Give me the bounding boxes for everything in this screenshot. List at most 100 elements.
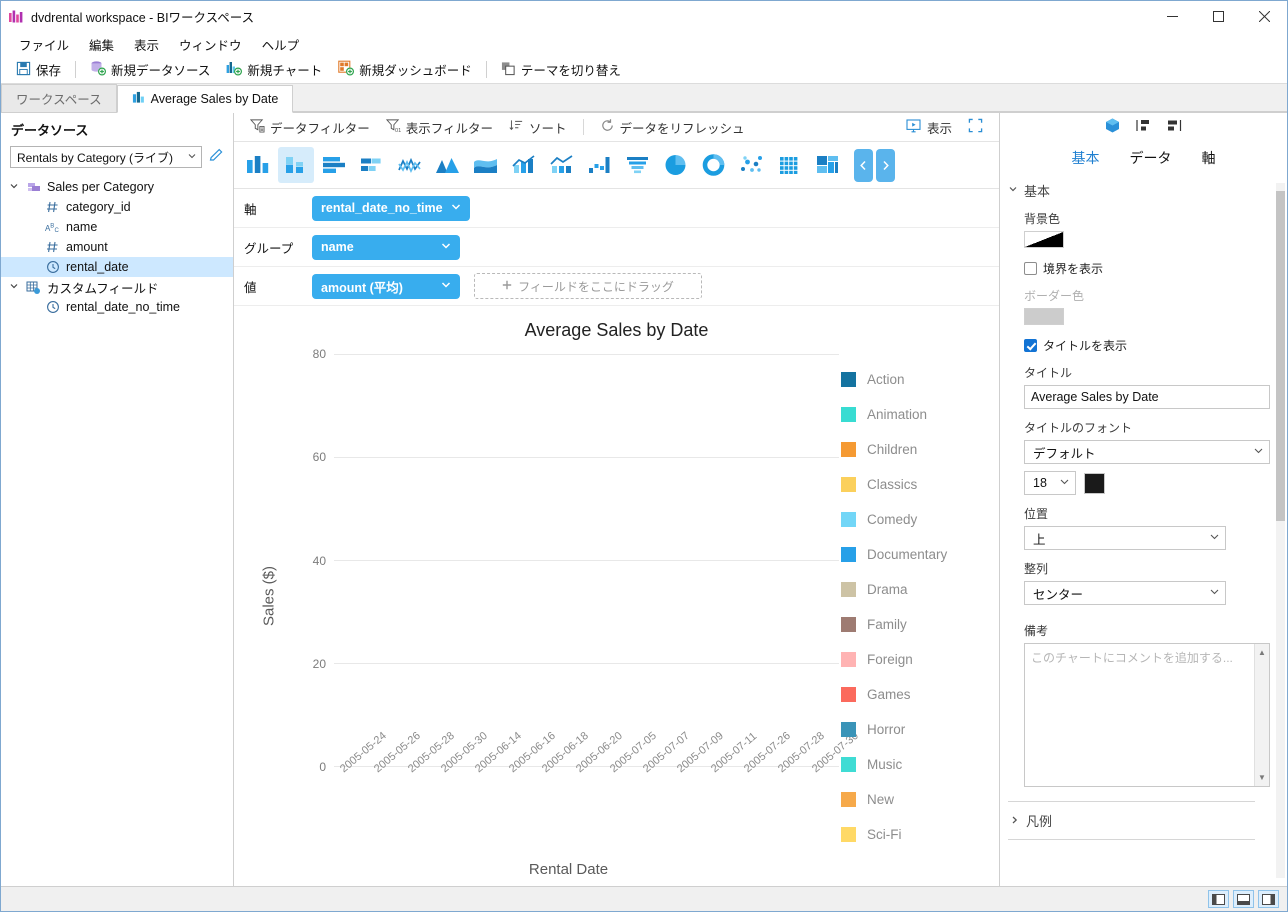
chart-type-donut-chart[interactable] [696, 147, 732, 183]
align-icon[interactable] [1166, 117, 1183, 137]
chart-legend-item[interactable]: Games [841, 677, 991, 712]
tree-node-custom-fields[interactable]: カスタムフィールド [1, 277, 233, 297]
chart-legend-item[interactable]: Comedy [841, 502, 991, 537]
switch-theme-button[interactable]: テーマを切り替え [494, 57, 628, 82]
field-dropzone[interactable]: フィールドをここにドラッグ [474, 273, 702, 299]
tree-node-sales-per-category[interactable]: Sales per Category [1, 177, 233, 197]
chart-bar-slot[interactable] [620, 354, 637, 766]
chart-bar-slot[interactable] [418, 354, 435, 766]
menu-file[interactable]: ファイル [9, 33, 79, 56]
close-button[interactable] [1241, 1, 1287, 32]
chart-type-funnel-chart[interactable] [620, 147, 656, 183]
properties-tab-axis[interactable]: 軸 [1200, 146, 1218, 170]
chart-type-pie-chart[interactable] [658, 147, 694, 183]
chart-bar-slot[interactable] [485, 354, 502, 766]
chart-type-waterfall-chart[interactable] [582, 147, 618, 183]
properties-section-basic-header[interactable]: 基本 [1008, 181, 1271, 200]
chart-type-stacked-column-chart[interactable] [278, 147, 314, 183]
chart-type-stacked-bar-chart[interactable] [354, 147, 390, 183]
chart-legend-item[interactable]: Sci-Fi [841, 817, 991, 852]
chart-bar-slot[interactable] [351, 354, 368, 766]
chart-bar-slot[interactable] [721, 354, 738, 766]
tree-node-name[interactable]: A B C name [1, 217, 233, 237]
notes-scrollbar[interactable]: ▲ ▼ [1254, 644, 1269, 786]
save-button[interactable]: 保存 [9, 57, 68, 82]
background-color-swatch[interactable] [1024, 231, 1064, 248]
field-pill-value[interactable]: amount (平均) [312, 273, 460, 299]
chart-legend-item[interactable]: Documentary [841, 537, 991, 572]
chart-bar-slot[interactable] [637, 354, 654, 766]
title-font-size-select[interactable]: 18 [1024, 471, 1076, 495]
chart-type-line-bar-combo-chart[interactable] [544, 147, 580, 183]
chart-bar-slot[interactable] [384, 354, 401, 766]
chart-bar-slot[interactable] [704, 354, 721, 766]
menu-window[interactable]: ウィンドウ [169, 33, 252, 56]
sort-button[interactable]: ソート [503, 115, 573, 140]
chart-bar-slot[interactable] [654, 354, 671, 766]
chart-legend-item[interactable]: Music [841, 747, 991, 782]
chart-legend-item[interactable]: Children [841, 432, 991, 467]
scroll-down-icon[interactable]: ▼ [1258, 773, 1266, 782]
title-position-select[interactable]: 上 [1024, 526, 1226, 550]
chart-legend-item[interactable]: Foreign [841, 642, 991, 677]
show-border-row[interactable]: 境界を表示 [1024, 260, 1271, 277]
chart-bar-slot[interactable] [755, 354, 772, 766]
title-font-select[interactable]: デフォルト [1024, 440, 1270, 464]
chart-bar-slot[interactable] [671, 354, 688, 766]
tree-node-rental-date[interactable]: rental_date [1, 257, 233, 277]
menu-help[interactable]: ヘルプ [252, 33, 310, 56]
chart-type-treemap-chart[interactable] [810, 147, 846, 183]
bottom-panel-toggle-button[interactable] [1233, 890, 1254, 908]
chart-type-line-chart[interactable] [392, 147, 428, 183]
chart-legend-item[interactable]: Classics [841, 467, 991, 502]
properties-tab-basic[interactable]: 基本 [1070, 146, 1102, 170]
properties-scrollbar-thumb[interactable] [1276, 191, 1285, 521]
maximize-button[interactable] [1195, 1, 1241, 32]
minimize-button[interactable] [1149, 1, 1195, 32]
chevron-down-icon[interactable] [7, 281, 20, 294]
chart-legend-item[interactable]: Drama [841, 572, 991, 607]
chart-bar-slot[interactable] [603, 354, 620, 766]
show-title-checkbox[interactable] [1024, 339, 1037, 352]
show-border-checkbox[interactable] [1024, 262, 1037, 275]
menu-view[interactable]: 表示 [124, 33, 169, 56]
menu-edit[interactable]: 編集 [79, 33, 124, 56]
refresh-data-button[interactable]: データをリフレッシュ [594, 115, 751, 140]
chart-bar-slot[interactable] [772, 354, 789, 766]
properties-section-legend-header[interactable]: 凡例 [1008, 802, 1255, 840]
field-pill-group[interactable]: name [312, 234, 460, 260]
chart-bar-slot[interactable] [401, 354, 418, 766]
new-datasource-button[interactable]: 新規データソース [83, 57, 217, 82]
chart-type-scatter-chart[interactable] [734, 147, 770, 183]
chart-type-stacked-area-chart[interactable] [468, 147, 504, 183]
chart-bar-slot[interactable] [687, 354, 704, 766]
new-dashboard-button[interactable]: 新規ダッシュボード [331, 57, 479, 82]
tree-node-category-id[interactable]: category_id [1, 197, 233, 217]
chevron-down-icon[interactable] [7, 181, 20, 194]
chart-bar-slot[interactable] [570, 354, 587, 766]
border-color-swatch[interactable] [1024, 308, 1064, 325]
chart-bar-slot[interactable] [586, 354, 603, 766]
chart-type-prev-button[interactable] [854, 148, 873, 182]
properties-scrollbar[interactable] [1276, 183, 1285, 878]
datasource-select[interactable]: Rentals by Category (ライブ) [10, 146, 202, 168]
left-panel-toggle-button[interactable] [1208, 890, 1229, 908]
chart-legend-item[interactable]: Horror [841, 712, 991, 747]
chart-legend-item[interactable]: Action [841, 362, 991, 397]
chart-bar-slot[interactable] [536, 354, 553, 766]
chart-bar-slot[interactable] [452, 354, 469, 766]
chart-bar-slot[interactable] [822, 354, 839, 766]
chart-bar-slot[interactable] [738, 354, 755, 766]
show-title-row[interactable]: タイトルを表示 [1024, 337, 1271, 354]
chart-legend-item[interactable]: New [841, 782, 991, 817]
chart-bar-slot[interactable] [368, 354, 385, 766]
tree-node-rental-date-no-time[interactable]: rental_date_no_time [1, 297, 233, 317]
chart-object-icon[interactable] [1104, 117, 1121, 137]
chart-type-line-column-combo-chart[interactable] [506, 147, 542, 183]
tree-node-amount[interactable]: amount [1, 237, 233, 257]
chart-bar-slot[interactable] [469, 354, 486, 766]
title-font-color-swatch[interactable] [1084, 472, 1105, 494]
edit-datasource-icon[interactable] [208, 147, 225, 167]
chart-bar-slot[interactable] [519, 354, 536, 766]
new-chart-button[interactable]: 新規チャート [219, 57, 329, 82]
